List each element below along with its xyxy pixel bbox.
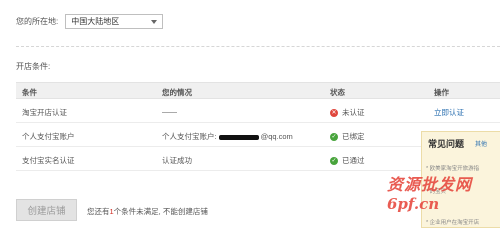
watermark-text: 资源批发网 (387, 175, 473, 194)
faq-title: 常见问题 (428, 139, 465, 149)
status-text: 已通过 (342, 156, 365, 165)
email-domain: @qq.com (260, 132, 293, 141)
verify-now-link[interactable]: 立即认证 (434, 107, 464, 118)
check-icon: ✓ (330, 156, 338, 165)
faq-item[interactable]: * 企业用户在淘宝开店 (426, 218, 479, 226)
check-icon: ✓ (330, 132, 338, 141)
conditions-note: 您还有1个条件未满足, 不能创建店铺 (87, 206, 208, 217)
watermark-domain: 6pf.cn (387, 195, 440, 213)
section-divider (16, 46, 500, 47)
status-cell: ✕ 未认证 (330, 107, 365, 118)
status-cell: ✓ 已绑定 (330, 131, 365, 142)
note-prefix: 您还有 (87, 207, 110, 216)
header-situation: 您的情况 (162, 88, 192, 97)
header-status: 状态 (330, 88, 345, 97)
status-text: 未认证 (342, 108, 365, 117)
note-suffix: 个条件未满足, 不能创建店铺 (113, 207, 208, 216)
situation-cell: —— (162, 107, 177, 116)
alipay-account-label: 个人支付宝账户: (162, 132, 217, 141)
header-condition: 条件 (22, 88, 37, 97)
location-selector: 您的所在地: 中国大陆地区 (16, 14, 164, 29)
condition-cell: 淘宝开店认证 (22, 108, 67, 117)
create-shop-button[interactable]: 创建店铺 (16, 199, 77, 221)
region-select[interactable]: 中国大陆地区 (65, 14, 164, 29)
table-row: 淘宝开店认证 —— ✕ 未认证 立即认证 (16, 99, 500, 123)
condition-cell: 支付宝实名认证 (22, 156, 75, 165)
chevron-down-icon (151, 19, 158, 24)
situation-cell: 个人支付宝账户: @qq.com (162, 131, 293, 142)
situation-cell: 认证成功 (162, 156, 192, 165)
header-action: 操作 (434, 88, 449, 97)
masked-account (218, 134, 259, 140)
region-select-value: 中国大陆地区 (71, 17, 120, 26)
status-cell: ✓ 已通过 (330, 155, 365, 166)
location-label: 您的所在地: (16, 17, 59, 26)
error-icon: ✕ (330, 108, 338, 117)
status-text: 已绑定 (342, 132, 365, 141)
table-header: 条件 您的情况 状态 操作 (16, 82, 500, 99)
conditions-title: 开店条件: (16, 62, 51, 71)
faq-more-link[interactable]: 其他 (475, 139, 487, 148)
condition-cell: 个人支付宝账户 (22, 132, 75, 141)
